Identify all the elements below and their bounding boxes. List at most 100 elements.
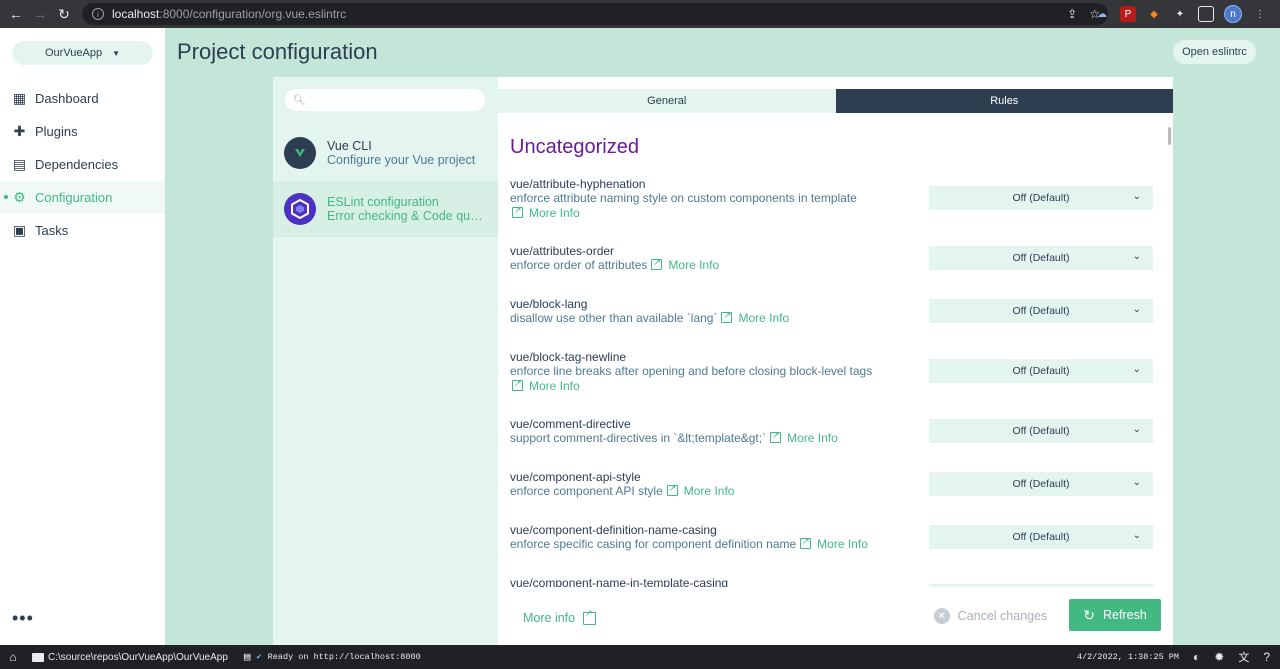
help-icon[interactable]: ? — [1263, 650, 1270, 664]
config-item-name: Vue CLI — [327, 139, 372, 153]
refresh-button[interactable]: ↻ Refresh — [1069, 599, 1161, 631]
refresh-icon: ↻ — [1083, 606, 1095, 623]
rule-severity-value: Off (Default) — [1012, 305, 1070, 317]
search-input[interactable]: 🔍︎ — [285, 89, 485, 111]
more-info-link[interactable]: More Info — [738, 311, 789, 325]
eslint-logo-icon — [284, 193, 316, 225]
sidebar-item-tasks[interactable]: ▣ Tasks — [0, 214, 165, 247]
extensions-puzzle-icon[interactable]: ✦ — [1172, 6, 1188, 22]
clipboard-icon: ▣ — [12, 222, 27, 238]
footer-actions: More info ✕ Cancel changes ↻ Refresh — [498, 587, 1173, 645]
puzzle-icon: ✚ — [13, 123, 26, 139]
reload-icon[interactable]: ↻ — [52, 0, 76, 28]
rule-row: vue/attributes-order enforce order of at… — [510, 244, 1165, 273]
info-icon[interactable]: i — [92, 8, 104, 20]
browser-menu-icon[interactable]: ⋮ — [1252, 6, 1268, 22]
datetime: 4/2/2022, 1:38:25 PM — [1076, 652, 1179, 662]
back-icon[interactable]: ← — [4, 0, 28, 28]
log-status[interactable]: ▤ ✔ Ready on http://localhost:8000 — [244, 650, 421, 664]
rule-row: vue/block-lang disallow use other than a… — [510, 297, 1165, 326]
rule-severity-select[interactable]: Off (Default) ⌄ — [929, 299, 1153, 323]
rule-description: enforce attribute naming style on custom… — [510, 191, 857, 205]
rule-severity-select[interactable]: Off (Default) ⌄ — [929, 359, 1153, 383]
chevron-down-icon: ⌄ — [1132, 304, 1141, 315]
extension-fox-icon[interactable]: ◆ — [1146, 6, 1162, 22]
scrollbar[interactable] — [1168, 127, 1171, 145]
extension-cloud-icon[interactable]: ☁ — [1094, 6, 1110, 22]
rule-severity-value: Off (Default) — [1012, 478, 1070, 490]
more-info-label: More info — [523, 611, 576, 625]
rule-description: disallow use other than available `lang` — [510, 311, 718, 325]
project-path-button[interactable]: C:\source\repos\OurVueApp\OurVueApp — [26, 652, 238, 663]
more-info-link[interactable]: More Info — [684, 484, 735, 498]
sidebar-item-dashboard[interactable]: ▦ Dashboard — [0, 82, 165, 115]
rule-severity-select[interactable]: Off (Default) ⌄ — [929, 525, 1153, 549]
side-panel-icon[interactable] — [1198, 6, 1214, 22]
more-options-icon[interactable]: ••• — [12, 608, 34, 629]
rule-severity-select[interactable]: Off (Default) ⌄ — [929, 246, 1153, 270]
sidebar-nav: ▦ Dashboard ✚ Plugins ▤ Dependencies ⚙ C… — [0, 82, 165, 247]
translate-icon[interactable]: 文 — [1238, 649, 1249, 665]
config-list: 🔍︎ Vue CLI Configure your Vue project ES… — [273, 77, 498, 645]
dark-mode-icon[interactable]: ◐ — [1193, 650, 1200, 664]
extension-p-icon[interactable]: P — [1120, 6, 1136, 22]
status-bar: ⌂ C:\source\repos\OurVueApp\OurVueApp ▤ … — [0, 645, 1280, 669]
address-bar[interactable]: i localhost:8000/configuration/org.vue.e… — [82, 3, 1108, 25]
share-icon[interactable]: ⇪ — [1067, 7, 1077, 21]
sidebar-item-label: Configuration — [35, 190, 113, 205]
log-message: Ready on http://localhost:8000 — [267, 652, 421, 662]
chevron-down-icon: ⌄ — [1132, 191, 1141, 202]
config-tabs: General Rules — [498, 89, 1173, 113]
url-host: localhost — [112, 7, 160, 21]
external-link-icon — [512, 376, 523, 391]
more-info-link[interactable]: More Info — [668, 258, 719, 272]
section-title: Uncategorized — [510, 136, 639, 158]
project-selector[interactable]: OurVueApp ▼ — [12, 41, 153, 65]
external-link-icon — [651, 255, 663, 270]
home-icon[interactable]: ⌂ — [0, 650, 26, 664]
caret-down-icon: ▼ — [112, 48, 120, 58]
cancel-changes-button[interactable]: ✕ Cancel changes — [922, 600, 1059, 632]
chevron-down-icon: ⌄ — [1132, 364, 1141, 375]
browser-toolbar: ← → ↻ i localhost:8000/configuration/org… — [0, 0, 1280, 28]
sidebar-item-label: Dependencies — [35, 157, 119, 172]
project-path: C:\source\repos\OurVueApp\OurVueApp — [48, 651, 228, 663]
sidebar-item-plugins[interactable]: ✚ Plugins — [0, 115, 165, 148]
rule-description: enforce component API style — [510, 484, 663, 498]
rule-severity-select[interactable]: Off (Default) ⌄ — [929, 419, 1153, 443]
more-info-link[interactable]: More Info — [529, 379, 580, 393]
sidebar: OurVueApp ▼ ▦ Dashboard ✚ Plugins ▤ Depe… — [0, 28, 165, 645]
rule-severity-select[interactable]: Off (Default) ⌄ — [929, 186, 1153, 210]
forward-icon[interactable]: → — [28, 0, 52, 28]
rule-severity-value: Off (Default) — [1012, 531, 1070, 543]
profile-avatar[interactable]: n — [1224, 5, 1242, 23]
more-info-link[interactable]: More Info — [787, 431, 838, 445]
more-info-link[interactable]: More Info — [817, 537, 868, 551]
dashboard-icon: ▦ — [12, 90, 27, 106]
config-item-description: Error checking & Code quality — [327, 209, 487, 223]
tab-rules[interactable]: Rules — [835, 89, 1173, 113]
rule-row: vue/comment-directive support comment-di… — [510, 417, 1165, 446]
rule-severity-select[interactable]: Off (Default) ⌄ — [929, 472, 1153, 496]
config-item-vue-cli[interactable]: Vue CLI Configure your Vue project — [273, 125, 498, 181]
console-icon: ▤ — [243, 652, 251, 664]
sidebar-item-label: Plugins — [35, 124, 78, 139]
sidebar-item-label: Tasks — [35, 223, 69, 238]
sidebar-item-dependencies[interactable]: ▤ Dependencies — [0, 148, 165, 181]
rule-row: vue/component-api-style enforce componen… — [510, 470, 1165, 499]
external-link-icon — [721, 308, 733, 323]
rule-row: vue/block-tag-newline enforce line break… — [510, 350, 1165, 394]
config-item-eslint[interactable]: ESLint configuration Error checking & Co… — [273, 181, 498, 237]
open-eslintrc-button[interactable]: Open eslintrc — [1173, 40, 1256, 64]
tab-general[interactable]: General — [498, 89, 836, 113]
library-icon: ▤ — [12, 156, 27, 172]
page-title: Project configuration — [177, 39, 378, 64]
sidebar-item-configuration[interactable]: ⚙ Configuration — [0, 181, 165, 214]
bug-icon[interactable]: ✹ — [1214, 650, 1224, 664]
close-icon: ✕ — [933, 608, 950, 624]
rule-description: support comment-directives in `&lt;templ… — [510, 431, 767, 445]
more-info-button[interactable]: More info — [523, 608, 602, 625]
rule-row: vue/component-name-in-template-casing — [510, 576, 1165, 587]
more-info-link[interactable]: More Info — [529, 206, 580, 220]
refresh-label: Refresh — [1102, 608, 1147, 622]
